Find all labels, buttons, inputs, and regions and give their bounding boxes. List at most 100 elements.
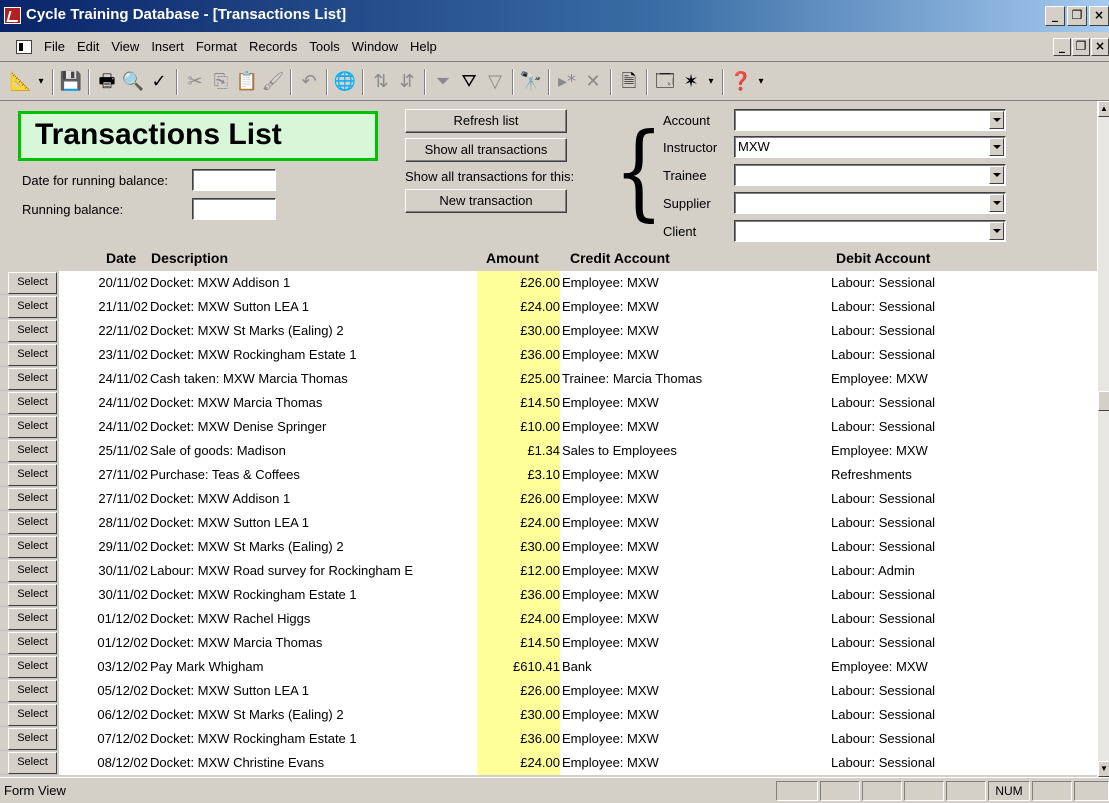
cell-amount[interactable]: £24.00 bbox=[477, 607, 560, 631]
find-icon[interactable]: 🔭 bbox=[518, 69, 544, 95]
copy-icon[interactable]: ⎘ bbox=[208, 69, 234, 95]
cell-credit-account[interactable]: Employee: MXW bbox=[562, 559, 829, 583]
cell-amount[interactable]: £30.00 bbox=[477, 535, 560, 559]
cell-description[interactable]: Docket: MXW Rachel Higgs bbox=[150, 607, 477, 631]
cell-credit-account[interactable]: Employee: MXW bbox=[562, 679, 829, 703]
cell-amount[interactable]: £14.50 bbox=[477, 391, 560, 415]
cell-date[interactable]: 21/11/02 bbox=[59, 295, 148, 319]
cell-debit-account[interactable]: Labour: Sessional bbox=[831, 391, 1097, 415]
cell-amount[interactable]: £24.00 bbox=[477, 295, 560, 319]
select-button[interactable]: Select bbox=[8, 320, 57, 342]
cell-debit-account[interactable]: Labour: Sessional bbox=[831, 295, 1097, 319]
select-button[interactable]: Select bbox=[8, 344, 57, 366]
cell-date[interactable]: 08/12/02 bbox=[59, 751, 148, 775]
cell-debit-account[interactable]: Employee: MXW bbox=[831, 367, 1097, 391]
restore-button[interactable]: ❐ bbox=[1067, 6, 1087, 26]
cell-amount[interactable]: £36.00 bbox=[477, 727, 560, 751]
cell-description[interactable]: Pay Mark Whigham bbox=[150, 655, 477, 679]
cut-icon[interactable]: ✂ bbox=[182, 69, 208, 95]
toolbar-options-icon[interactable]: ▾ bbox=[754, 69, 768, 95]
scroll-up-icon[interactable]: ▲ bbox=[1098, 101, 1109, 117]
access-app-icon[interactable] bbox=[4, 7, 21, 24]
cell-description[interactable]: Docket: MXW Sutton LEA 1 bbox=[150, 511, 477, 535]
cell-debit-account[interactable]: Labour: Sessional bbox=[831, 727, 1097, 751]
client-combo[interactable] bbox=[734, 220, 1006, 242]
date-running-balance-input[interactable] bbox=[192, 169, 276, 191]
cell-credit-account[interactable]: Employee: MXW bbox=[562, 463, 829, 487]
select-button[interactable]: Select bbox=[8, 488, 57, 510]
cell-debit-account[interactable]: Labour: Sessional bbox=[831, 535, 1097, 559]
select-button[interactable]: Select bbox=[8, 296, 57, 318]
cell-credit-account[interactable]: Employee: MXW bbox=[562, 271, 829, 295]
doc-close-button[interactable]: × bbox=[1091, 38, 1109, 56]
cell-date[interactable]: 20/11/02 bbox=[59, 271, 148, 295]
cell-description[interactable]: Docket: MXW St Marks (Ealing) 2 bbox=[150, 703, 477, 727]
cell-description[interactable]: Docket: MXW Marcia Thomas bbox=[150, 391, 477, 415]
cell-date[interactable]: 25/11/02 bbox=[59, 439, 148, 463]
cell-description[interactable]: Docket: MXW Addison 1 bbox=[150, 271, 477, 295]
account-combo[interactable] bbox=[734, 109, 1006, 131]
cell-credit-account[interactable]: Employee: MXW bbox=[562, 343, 829, 367]
new-record-icon[interactable]: ▸* bbox=[554, 69, 580, 95]
cell-amount[interactable]: £26.00 bbox=[477, 679, 560, 703]
instructor-combo[interactable]: MXW bbox=[734, 136, 1006, 158]
instructor-dropdown-icon[interactable] bbox=[989, 138, 1004, 156]
cell-credit-account[interactable]: Employee: MXW bbox=[562, 415, 829, 439]
menu-help[interactable]: Help bbox=[410, 39, 437, 54]
filter-by-selection-icon[interactable]: ⏷ bbox=[430, 69, 456, 95]
form-window-icon[interactable] bbox=[16, 40, 32, 54]
select-button[interactable]: Select bbox=[8, 464, 57, 486]
cell-amount[interactable]: £25.00 bbox=[477, 367, 560, 391]
menu-file[interactable]: File bbox=[44, 39, 65, 54]
select-button[interactable]: Select bbox=[8, 584, 57, 606]
cell-date[interactable]: 29/11/02 bbox=[59, 535, 148, 559]
select-button[interactable]: Select bbox=[8, 680, 57, 702]
cell-description[interactable]: Sale of goods: Madison bbox=[150, 439, 477, 463]
cell-amount[interactable]: £30.00 bbox=[477, 703, 560, 727]
cell-date[interactable]: 27/11/02 bbox=[59, 463, 148, 487]
cell-description[interactable]: Docket: MXW Rockingham Estate 1 bbox=[150, 583, 477, 607]
new-object-dropdown-icon[interactable]: ▾ bbox=[704, 69, 718, 95]
cell-amount[interactable]: £3.10 bbox=[477, 463, 560, 487]
cell-amount[interactable]: £24.00 bbox=[477, 751, 560, 775]
cell-description[interactable]: Labour: MXW Road survey for Rockingham E bbox=[150, 559, 477, 583]
menu-window[interactable]: Window bbox=[352, 39, 398, 54]
cell-debit-account[interactable]: Refreshments bbox=[831, 463, 1097, 487]
save-icon[interactable]: 💾 bbox=[58, 69, 84, 95]
cell-debit-account[interactable]: Labour: Sessional bbox=[831, 631, 1097, 655]
client-dropdown-icon[interactable] bbox=[989, 222, 1004, 240]
cell-debit-account[interactable]: Labour: Sessional bbox=[831, 703, 1097, 727]
select-button[interactable]: Select bbox=[8, 392, 57, 414]
trainee-dropdown-icon[interactable] bbox=[989, 166, 1004, 184]
help-icon[interactable]: ❓ bbox=[728, 69, 754, 95]
show-all-transactions-button[interactable]: Show all transactions bbox=[405, 138, 567, 162]
cell-description[interactable]: Docket: MXW Denise Springer bbox=[150, 415, 477, 439]
cell-debit-account[interactable]: Labour: Sessional bbox=[831, 415, 1097, 439]
cell-credit-account[interactable]: Employee: MXW bbox=[562, 487, 829, 511]
cell-amount[interactable]: £12.00 bbox=[477, 559, 560, 583]
cell-credit-account[interactable]: Employee: MXW bbox=[562, 511, 829, 535]
select-button[interactable]: Select bbox=[8, 656, 57, 678]
select-button[interactable]: Select bbox=[8, 632, 57, 654]
cell-credit-account[interactable]: Employee: MXW bbox=[562, 319, 829, 343]
cell-credit-account[interactable]: Bank bbox=[562, 655, 829, 679]
view-icon[interactable]: 📐 bbox=[8, 69, 34, 95]
cell-date[interactable]: 30/11/02 bbox=[59, 583, 148, 607]
cell-amount[interactable]: £10.00 bbox=[477, 415, 560, 439]
cell-credit-account[interactable]: Trainee: Marcia Thomas bbox=[562, 367, 829, 391]
cell-credit-account[interactable]: Sales to Employees bbox=[562, 439, 829, 463]
select-button[interactable]: Select bbox=[8, 272, 57, 294]
cell-date[interactable]: 27/11/02 bbox=[59, 487, 148, 511]
cell-amount[interactable]: £14.50 bbox=[477, 631, 560, 655]
cell-description[interactable]: Docket: MXW Rockingham Estate 1 bbox=[150, 727, 477, 751]
cell-debit-account[interactable]: Labour: Sessional bbox=[831, 319, 1097, 343]
cell-description[interactable]: Purchase: Teas & Coffees bbox=[150, 463, 477, 487]
cell-description[interactable]: Docket: MXW Rockingham Estate 1 bbox=[150, 343, 477, 367]
cell-date[interactable]: 06/12/02 bbox=[59, 703, 148, 727]
menu-records[interactable]: Records bbox=[249, 39, 297, 54]
cell-date[interactable]: 22/11/02 bbox=[59, 319, 148, 343]
select-button[interactable]: Select bbox=[8, 536, 57, 558]
select-button[interactable]: Select bbox=[8, 368, 57, 390]
scroll-thumb[interactable] bbox=[1098, 391, 1109, 411]
account-dropdown-icon[interactable] bbox=[989, 111, 1004, 129]
